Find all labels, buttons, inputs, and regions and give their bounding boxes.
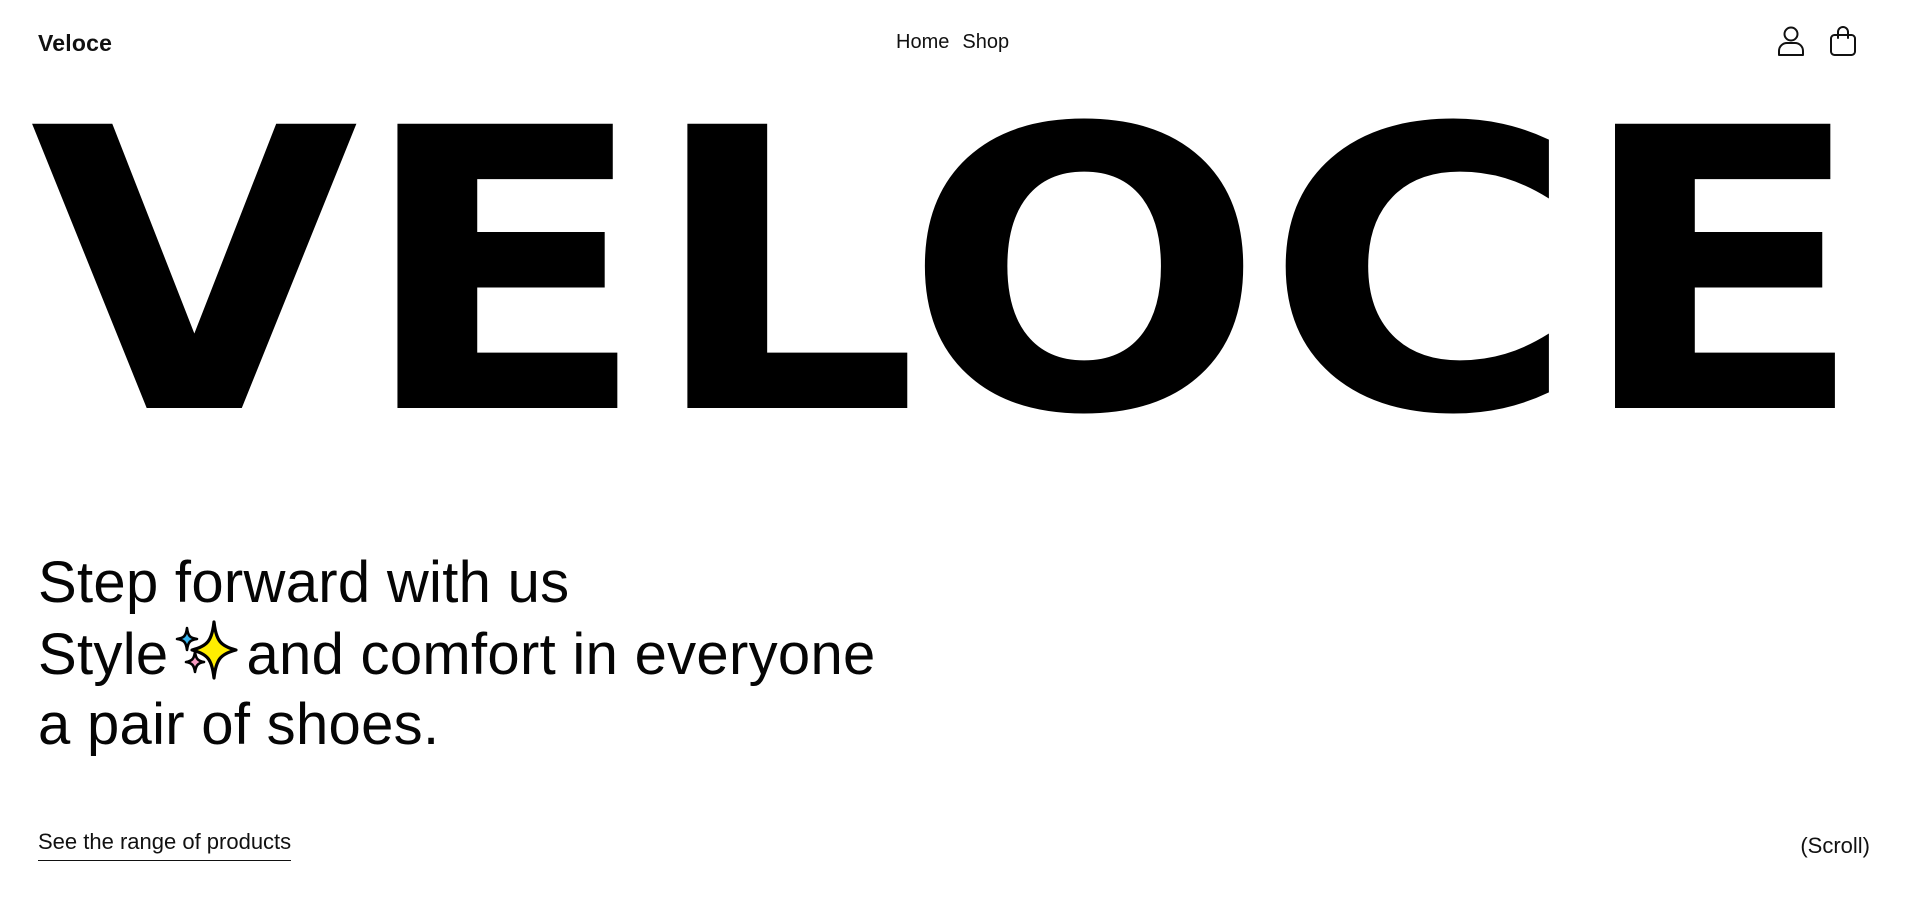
scroll-indicator: (Scroll) <box>1800 833 1870 858</box>
tagline-line-2: Style and comfort in everyone <box>38 618 876 690</box>
site-header: Veloce Home Shop <box>38 22 1868 62</box>
tagline-line-1: Step forward with us <box>38 550 570 615</box>
user-icon[interactable] <box>1774 24 1808 58</box>
see-products-link[interactable]: See the range of products <box>38 829 292 861</box>
nav-home-link[interactable]: Home <box>896 31 949 54</box>
tagline-line-2-start: Style <box>38 622 169 687</box>
header-actions <box>1774 24 1860 58</box>
hero-wordmark: VELOCE <box>30 100 1876 440</box>
hero-tagline: Step forward with us Style and comfort i… <box>38 548 876 760</box>
brand-logo[interactable]: Veloce <box>38 30 112 57</box>
hero-wordmark-text: VELOCE <box>30 100 1866 440</box>
tagline-line-2-end: and comfort in everyone <box>246 622 876 687</box>
landing-page: Veloce Home Shop VELOCE Step forward wit… <box>0 0 1906 917</box>
sparkles-icon <box>170 618 244 682</box>
main-nav: Home Shop <box>896 31 1009 54</box>
nav-shop-link[interactable]: Shop <box>962 31 1009 54</box>
shopping-bag-icon[interactable] <box>1826 24 1860 58</box>
tagline-line-3: a pair of shoes. <box>38 692 440 757</box>
